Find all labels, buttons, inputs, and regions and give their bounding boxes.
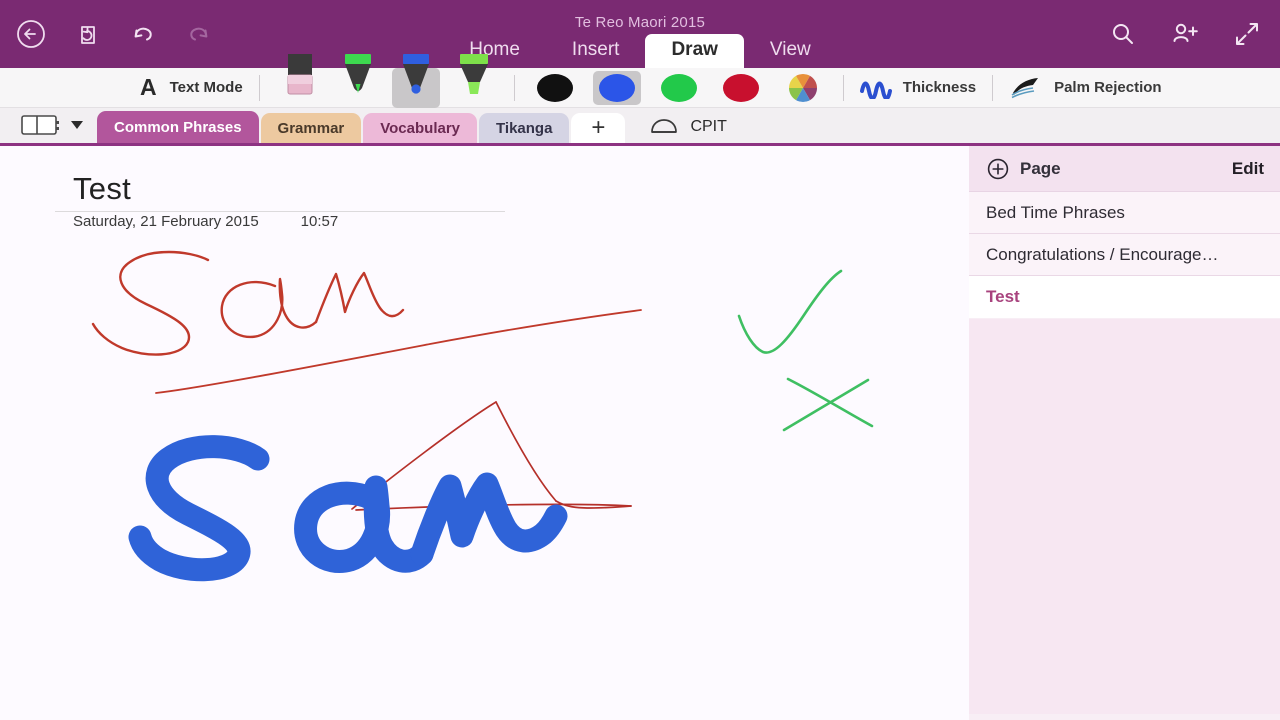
page-list-item-bed-time-phrases[interactable]: Bed Time Phrases [969,192,1280,234]
page-canvas[interactable]: Test Saturday, 21 February 2015 10:57 [0,146,969,720]
thickness-button[interactable]: Thickness [859,77,977,99]
checkmark-green [737,269,843,354]
page-list-empty-area [969,319,1280,714]
section-tab-label: Grammar [277,119,345,137]
palm-rejection-icon [1011,77,1039,98]
highlighter-green-tool[interactable] [450,53,498,108]
page-list-sidebar: Page Edit Bed Time Phrases Congratulatio… [969,146,1280,720]
page-list: Bed Time Phrases Congratulations / Encou… [969,192,1280,318]
share-person-icon[interactable] [1168,17,1202,51]
handwriting-sam-blue [128,435,568,582]
color-green[interactable] [660,73,697,102]
pen-blue-tool[interactable] [391,53,440,108]
text-mode-label: Text Mode [169,79,243,96]
section-tab-label: Common Phrases [114,118,242,136]
color-black[interactable] [536,73,573,102]
page-list-header: Page Edit [969,146,1280,192]
section-tab-label: Tikanga [496,119,553,137]
ribbon-tab-view[interactable]: View [744,34,837,68]
title-bar: Te Reo Maori 2015 Home Insert Draw View [0,0,1280,68]
page-list-item-congratulations[interactable]: Congratulations / Encourage… [969,234,1280,276]
document-title: Te Reo Maori 2015 [574,14,706,31]
notebook-icon [21,115,59,135]
toolbar-divider-4 [992,74,994,101]
ink-layer [91,250,874,582]
page-meta: Saturday, 21 February 2015 10:57 [73,213,338,230]
page-date: Saturday, 21 February 2015 [73,213,259,230]
draw-toolbar: A Text Mode Thickness Palm Rejection [0,53,1280,108]
underline-red [155,309,642,394]
notebook-stack-icon [651,119,678,133]
text-mode-button[interactable]: A Text Mode [0,76,243,99]
palm-rejection-button[interactable]: Palm Rejection [1009,76,1162,100]
page-list-item-test[interactable]: Test [969,276,1280,318]
thickness-label: Thickness [902,79,977,96]
section-tab-vocabulary[interactable]: Vocabulary [363,113,478,143]
title-bar-right-actions [1106,0,1264,68]
toolbar-divider-2 [513,74,515,101]
edit-pages-button[interactable]: Edit [1232,159,1264,179]
color-wheel-icon[interactable] [785,73,821,102]
color-blue[interactable] [598,73,635,102]
notebook-name-button[interactable]: CPIT [649,117,727,143]
app-window: Te Reo Maori 2015 Home Insert Draw View [0,0,1280,720]
toolbar-divider-1 [258,74,260,101]
triangle-red [351,401,632,511]
thickness-icon [859,81,892,99]
color-black-wrap[interactable] [531,71,579,105]
ribbon-tab-draw[interactable]: Draw [645,34,744,68]
fullscreen-icon[interactable] [1230,17,1264,51]
cross-green [782,377,874,432]
add-page-button[interactable]: Page [987,158,1061,180]
color-red-wrap[interactable] [717,71,765,105]
text-mode-icon: A [140,74,157,100]
page-time: 10:57 [300,213,339,230]
add-page-label: Page [1020,158,1061,178]
section-tab-grammar[interactable]: Grammar [260,113,362,143]
pen-green-tool[interactable] [334,53,382,108]
ribbon-tab-bar: Home Insert Draw View [0,34,1280,68]
search-icon[interactable] [1106,17,1140,51]
eraser-tool[interactable] [276,53,324,108]
plus-circle-icon [987,158,1009,179]
palm-rejection-label: Palm Rejection [1054,79,1162,96]
ribbon-tab-insert[interactable]: Insert [546,34,646,68]
add-section-button[interactable]: + [571,113,626,143]
pen-tool-group [276,53,498,108]
color-blue-wrap[interactable] [592,70,641,105]
notebook-picker-button[interactable] [0,113,97,143]
title-divider [55,211,505,212]
section-tab-common-phrases[interactable]: Common Phrases [97,111,259,143]
section-tab-bar: Common Phrases Grammar Vocabulary Tikang… [0,108,1280,146]
color-green-wrap[interactable] [655,71,703,105]
section-tab-label: Vocabulary [380,119,461,137]
section-tab-tikanga[interactable]: Tikanga [479,113,570,143]
handwriting-sam-red [91,250,405,356]
color-wheel-wrap[interactable] [779,71,827,105]
toolbar-divider-3 [842,74,844,101]
notebook-name-label: CPIT [690,118,727,135]
chevron-down-icon [71,121,83,129]
color-red[interactable] [722,73,759,102]
color-swatch-group [531,70,827,105]
page-title[interactable]: Test [73,171,131,207]
